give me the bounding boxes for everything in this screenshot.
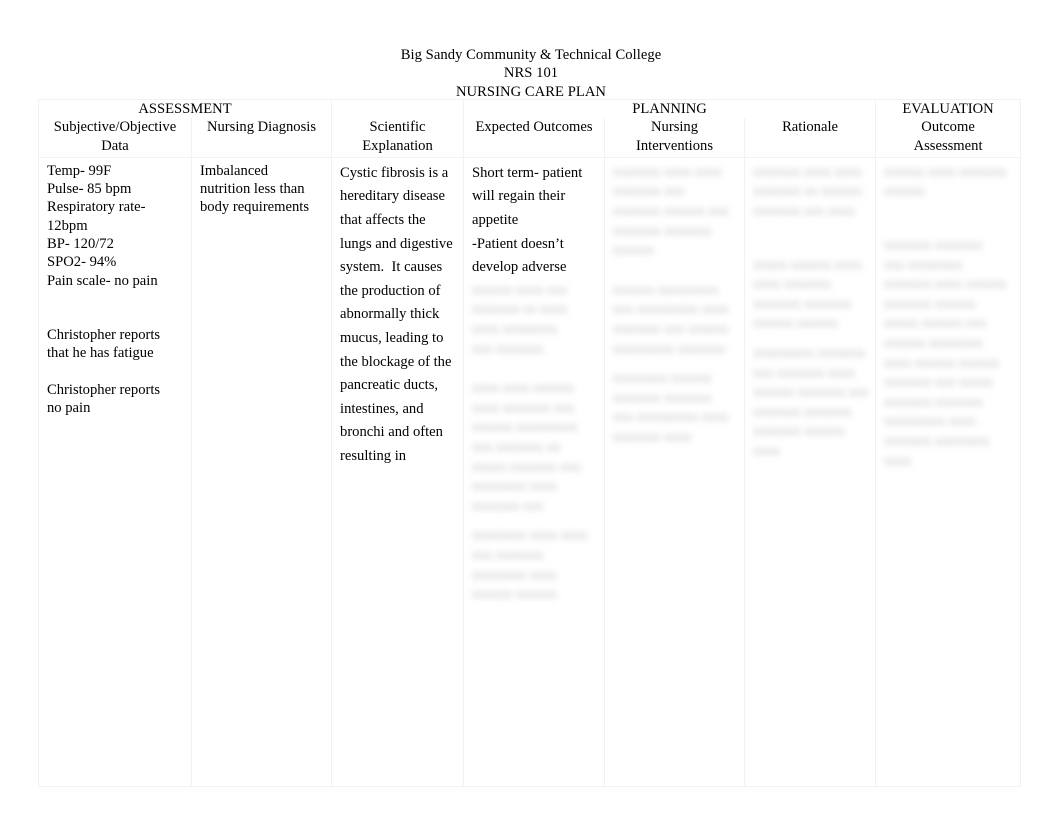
care-plan-data-row: Temp- 99F Pulse- 85 bpm Respiratory rate… [38, 156, 1022, 787]
redacted-text-block: xxxxxxx xxxxxxx xxx xxxxxxxx xxxxxxx xxx… [884, 237, 1007, 468]
redacted-text-block: xxxx xxxx xxxxxx xxxx xxxxxxx xxx xxxxxx… [472, 380, 581, 513]
section-banner-row: ASSESSMENT PLANNING EVALUATION [37, 99, 1022, 119]
section-label-assessment: ASSESSMENT [37, 99, 333, 119]
cell-expected-outcomes: Short term- patient will regain their ap… [463, 156, 606, 787]
section-label-planning: PLANNING [463, 99, 877, 119]
redacted-text-block: xxxxxx xxxx xxx xxxxxxx xx xxxx xxxx xxx… [472, 281, 568, 356]
column-header-subjective-objective-data: Subjective/Objective Data [38, 118, 192, 158]
redacted-text-block: xxxxxx xxxxxxxxx xxx xxxxxxxxx xxxx xxxx… [613, 281, 729, 356]
column-header-row: Subjective/Objective Data Nursing Diagno… [38, 118, 1022, 158]
cell-nursing-interventions: xxxxxxx xxxx xxxx xxxxxxx xxx xxxxxxx xx… [604, 156, 746, 787]
course-code: NRS 101 [503, 65, 559, 82]
redacted-text-block: xxxxxxx xxxx xxxx xxxxxxx xxx xxxxxxx xx… [613, 163, 729, 258]
document-heading: Big Sandy Community & Technical College … [0, 0, 1062, 101]
nursing-diagnosis-text: Imbalanced nutrition less than body requ… [200, 162, 310, 216]
subjective-report-pain: Christopher reports no pain [47, 381, 161, 416]
redacted-text-block: xxxxxxx xxxx xxxx xxxxxxx xx xxxxxx xxxx… [753, 163, 862, 219]
column-header-rationale: Rationale [744, 118, 877, 158]
scientific-explanation-text: Cystic fibrosis is a hereditary disease … [340, 164, 453, 465]
column-header-nursing-diagnosis: Nursing Diagnosis [190, 118, 333, 158]
column-header-expected-outcomes: Expected Outcomes [463, 118, 606, 158]
redacted-text-block: xxxxxxxx xxxx xxxx xxx xxxxxxx xxxxxxxx … [472, 527, 588, 602]
cell-outcome-assessment: xxxxxx xxxx xxxxxxx xxxxxx xxxxxxx xxxxx… [875, 156, 1022, 787]
college-name: Big Sandy Community & Technical College [400, 47, 662, 63]
column-header-nursing-interventions: Nursing Interventions [604, 118, 746, 158]
section-label-evaluation: EVALUATION [875, 99, 1022, 119]
cell-rationale: xxxxxxx xxxx xxxx xxxxxxx xx xxxxxx xxxx… [744, 156, 877, 787]
column-header-scientific-explanation: Scientific Explanation [331, 118, 465, 158]
section-label-blank-scientific [331, 99, 465, 119]
redacted-text-block: xxxxxx xxxx xxxxxxx xxxxxx [884, 163, 1007, 199]
nursing-care-plan-table: ASSESSMENT PLANNING EVALUATION Subjectiv… [37, 99, 1022, 787]
expected-outcomes-text: Short term- patient will regain their ap… [472, 164, 583, 276]
redacted-text-block: xxxxxxxx xxxxxx xxxxxxx xxxxxxx xxx xxxx… [613, 370, 729, 445]
redacted-text-block: xxxxx xxxxxx xxxx xxxx xxxxxxx xxxxxxx x… [753, 256, 862, 331]
cell-subjective-objective-data: Temp- 99F Pulse- 85 bpm Respiratory rate… [38, 156, 192, 787]
redacted-text-block: xxxxxxxxx xxxxxxx xxx xxxxxxx xxxx xxxxx… [753, 345, 869, 459]
vital-signs-text: Temp- 99F Pulse- 85 bpm Respiratory rate… [47, 162, 158, 289]
cell-nursing-diagnosis: Imbalanced nutrition less than body requ… [190, 156, 333, 787]
subjective-report-fatigue: Christopher reports that he has fatigue [47, 326, 161, 362]
column-header-outcome-assessment: Outcome Assessment [875, 118, 1022, 158]
cell-scientific-explanation: Cystic fibrosis is a hereditary disease … [331, 156, 465, 787]
